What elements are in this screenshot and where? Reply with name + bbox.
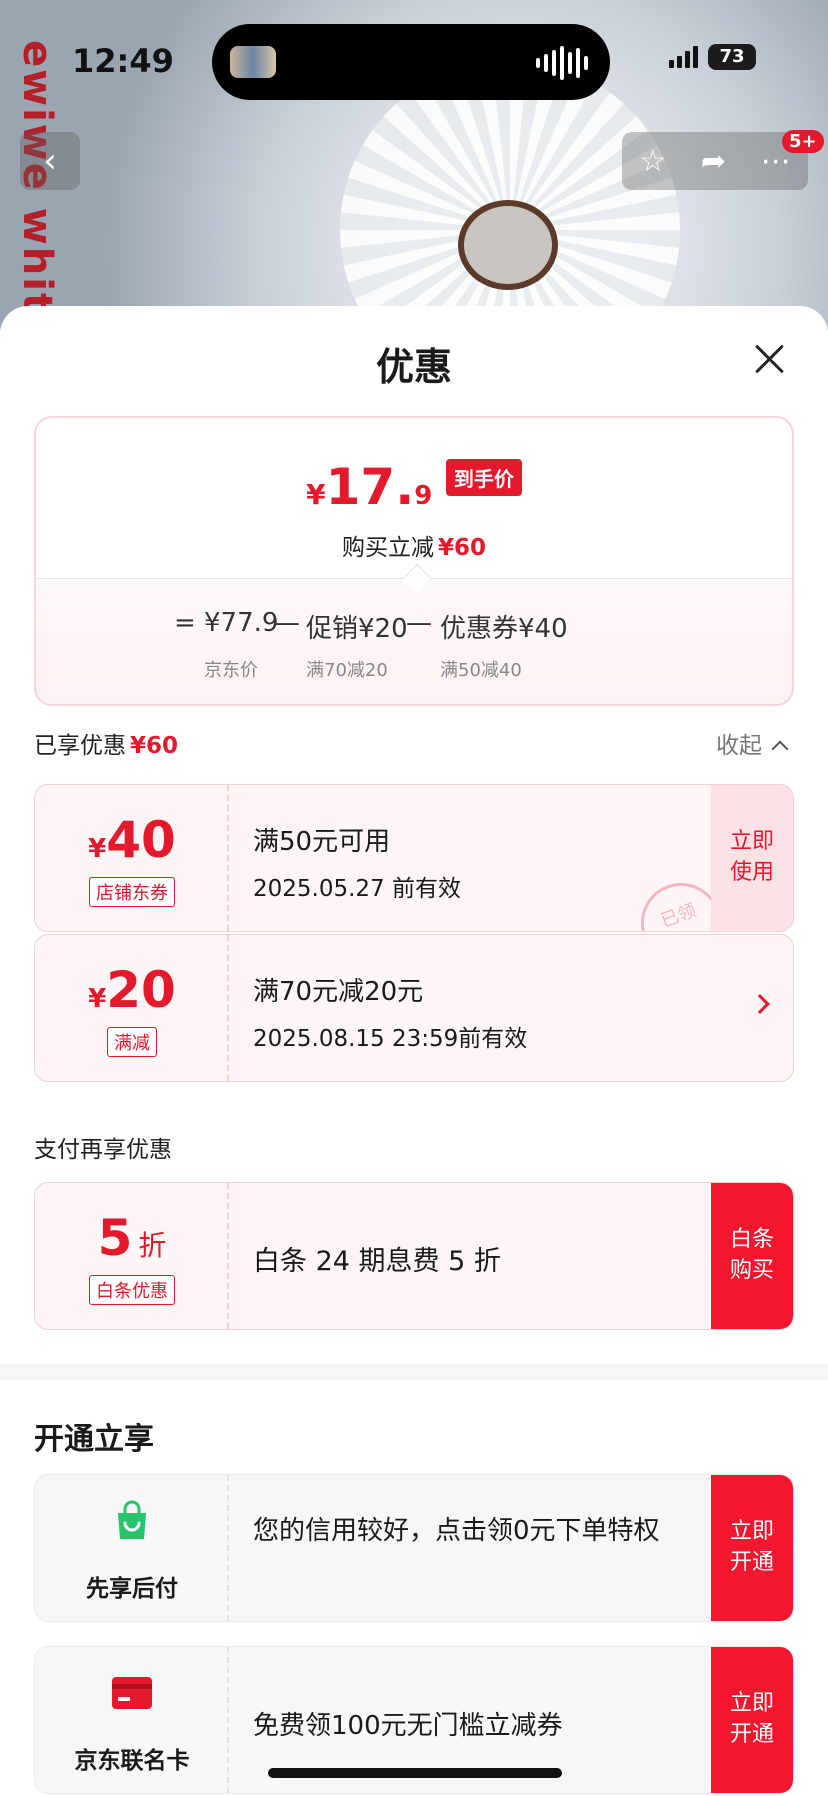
- sheet-title: 优惠: [375, 345, 452, 389]
- currency-symbol: ¥: [306, 478, 326, 511]
- final-price: ¥17.9 到手价: [36, 458, 792, 516]
- baitiao-card[interactable]: 5折 白条优惠 白条 24 期息费 5 折 白条购买: [34, 1182, 794, 1330]
- back-button[interactable]: ‹: [20, 132, 80, 190]
- shop-coupon-card[interactable]: ¥40 店铺东券 满50元可用 2025.05.27 前有效 已领 立即使用: [34, 784, 794, 932]
- save-line: 购买立减 ¥60: [36, 528, 792, 562]
- top-actions: ☆ ➦ ⋯: [622, 132, 808, 190]
- coupon-amount: 优惠券¥40: [440, 614, 568, 644]
- coupon-expiry: 2025.08.15 23:59前有效: [253, 1026, 528, 1052]
- coupon-amount: ¥40: [35, 811, 229, 869]
- minus-sign: —: [406, 608, 432, 638]
- baitiao-unit: 折: [138, 1229, 167, 1262]
- enjoyed-discount-label: 已享优惠 ¥60: [34, 726, 178, 760]
- open-section-title: 开通立享: [34, 1422, 154, 1457]
- media-thumbnail: [230, 46, 276, 78]
- feature-label: 先享后付: [86, 1576, 178, 1602]
- price-breakdown-area: [36, 578, 792, 704]
- open-now-button[interactable]: 立即开通: [711, 1647, 793, 1793]
- coupon-value: 20: [106, 961, 176, 1019]
- baitiao-value: 5: [97, 1209, 133, 1267]
- pay-section-title: 支付再享优惠: [34, 1137, 172, 1163]
- price-decimal: 9: [414, 481, 433, 511]
- chevron-up-icon: [771, 740, 789, 758]
- discount-sheet: 优惠 ¥17.9 到手价 购买立减 ¥60 = ¥77.9 — 促销¥20 — 优…: [0, 306, 828, 1796]
- price-integer: 17.: [325, 458, 415, 516]
- currency-symbol: ¥: [88, 984, 107, 1014]
- final-price-tag: 到手价: [445, 459, 522, 496]
- enjoyed-amount: ¥60: [130, 733, 179, 759]
- coupon-type-label: 店铺东券: [89, 877, 175, 907]
- full-reduction-card[interactable]: ¥20 满减 满70元减20元 2025.08.15 23:59前有效: [34, 934, 794, 1082]
- feature-text: 免费领100元无门槛立减券: [253, 1711, 563, 1741]
- equals-sign: =: [174, 608, 196, 638]
- coupon-type-label: 满减: [107, 1027, 157, 1057]
- message-badge: 5+: [782, 130, 824, 153]
- section-divider: [0, 1364, 828, 1380]
- coupon-type-chip: 店铺东券: [35, 877, 229, 907]
- collapse-button[interactable]: 收起: [716, 726, 789, 760]
- baitiao-discount: 5折: [35, 1209, 229, 1267]
- baitiao-buy-button[interactable]: 白条购买: [711, 1183, 793, 1329]
- jd-price: ¥77.9: [204, 608, 279, 638]
- dynamic-island[interactable]: [212, 24, 610, 100]
- coupon-value-section: ¥20 满减: [35, 935, 229, 1081]
- status-time: 12:49: [72, 42, 174, 80]
- promo-rule: 满70减20: [306, 660, 388, 681]
- save-label: 购买立减: [341, 535, 434, 561]
- minus-sign: —: [274, 608, 300, 638]
- use-now-button[interactable]: 立即使用: [711, 785, 793, 931]
- pay-later-card[interactable]: 先享后付 您的信用较好，点击领0元下单特权 立即开通: [34, 1474, 794, 1622]
- home-indicator[interactable]: [268, 1768, 562, 1778]
- currency-symbol: ¥: [88, 834, 107, 864]
- battery-icon: 73: [708, 44, 756, 70]
- audio-wave-icon: [536, 46, 588, 80]
- open-now-button[interactable]: 立即开通: [711, 1475, 793, 1621]
- coupon-expiry: 2025.05.27 前有效: [253, 876, 461, 902]
- coupon-value-section: ¥40 店铺东券: [35, 785, 229, 931]
- promo-amount: 促销¥20: [306, 614, 408, 644]
- share-icon[interactable]: ➦: [701, 144, 726, 179]
- star-icon[interactable]: ☆: [639, 144, 666, 179]
- feature-label: 京东联名卡: [74, 1748, 190, 1774]
- coupon-value-section: 5折 白条优惠: [35, 1183, 229, 1329]
- shopping-bag-icon: [118, 1500, 146, 1539]
- price-summary-card: ¥17.9 到手价 购买立减 ¥60 = ¥77.9 — 促销¥20 — 优惠券¥…: [34, 416, 794, 706]
- credit-card-icon: [112, 1677, 152, 1709]
- coupon-amount: ¥20: [35, 961, 229, 1019]
- close-icon[interactable]: [752, 342, 786, 376]
- jd-price-label: 京东价: [204, 660, 258, 681]
- enjoyed-label-text: 已享优惠: [34, 733, 126, 759]
- status-icons: 73: [669, 44, 756, 70]
- coupon-condition: 满70元减20元: [253, 977, 424, 1007]
- coupon-value: 40: [106, 811, 176, 869]
- feature-icon-section: 京东联名卡: [35, 1647, 229, 1793]
- baitiao-text: 白条 24 期息费 5 折: [253, 1246, 501, 1277]
- coupon-type-label: 白条优惠: [89, 1275, 175, 1305]
- coupon-type-chip: 满减: [35, 1027, 229, 1057]
- feature-icon-section: 先享后付: [35, 1475, 229, 1621]
- coupon-type-chip: 白条优惠: [35, 1275, 229, 1305]
- signal-icon: [669, 46, 698, 68]
- chevron-left-icon: ‹: [43, 141, 57, 181]
- coupon-rule: 满50减40: [440, 660, 522, 681]
- coupon-condition: 满50元可用: [253, 827, 391, 857]
- feature-text: 您的信用较好，点击领0元下单特权: [253, 1516, 660, 1546]
- save-amount: ¥60: [437, 535, 486, 561]
- collapse-label: 收起: [716, 733, 762, 759]
- chevron-right-icon[interactable]: [750, 994, 770, 1014]
- product-ring-graphic: [458, 200, 558, 290]
